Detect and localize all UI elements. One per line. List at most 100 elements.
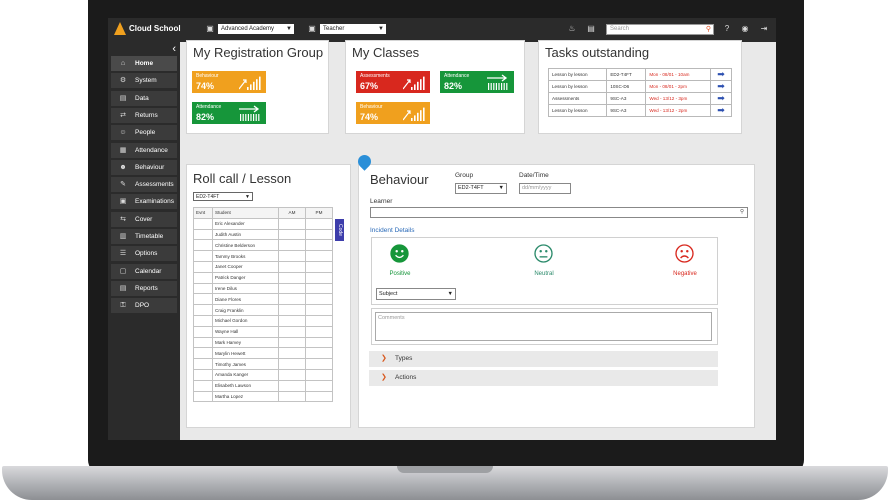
am-cell[interactable] xyxy=(278,304,306,316)
am-cell[interactable] xyxy=(278,239,306,252)
event-cell[interactable] xyxy=(193,271,213,284)
arrow-right-icon[interactable]: ➡ xyxy=(710,80,732,93)
arrow-right-icon[interactable]: ➡ xyxy=(710,92,732,105)
event-cell[interactable] xyxy=(193,347,213,360)
sidebar-item-data[interactable]: ▤ Data xyxy=(111,90,177,106)
am-cell[interactable] xyxy=(278,358,306,370)
pm-cell[interactable] xyxy=(305,379,333,392)
event-cell[interactable] xyxy=(193,379,213,392)
pm-cell[interactable] xyxy=(305,271,333,284)
pm-cell[interactable] xyxy=(305,250,333,262)
table-row[interactable]: Lesson by lesson 10SC-D6 Mon - 08/01 - 2pm… xyxy=(547,80,732,93)
event-cell[interactable] xyxy=(193,304,213,316)
document-icon[interactable]: ▤ xyxy=(585,23,597,35)
search-icon[interactable]: ⚲ xyxy=(740,208,744,217)
registration-tile-attendance[interactable]: Attendance 82% xyxy=(192,102,266,124)
table-row[interactable]: Assessments 9SC-A3 Wed - 13/12 - 3pm ➡ xyxy=(547,92,732,105)
date-input[interactable]: dd/mm/yyyy xyxy=(519,183,571,194)
student-name[interactable]: Amanda Kanger xyxy=(212,368,279,381)
school-select[interactable]: Advanced Academy ▼ xyxy=(218,24,294,34)
actions-accordion[interactable]: ❯ Actions xyxy=(369,370,718,386)
event-cell[interactable] xyxy=(193,390,213,403)
help-icon[interactable]: ? xyxy=(721,23,733,35)
classes-tile-behaviour[interactable]: Behaviour 74% xyxy=(356,102,430,124)
student-name[interactable]: Martha Lopez xyxy=(212,390,279,403)
am-cell[interactable] xyxy=(278,336,306,349)
pm-cell[interactable] xyxy=(305,347,333,360)
student-name[interactable]: Judith Austin xyxy=(212,228,279,241)
am-cell[interactable] xyxy=(278,390,306,403)
registration-tile-behaviour[interactable]: Behaviour 74% xyxy=(192,71,266,93)
search-input[interactable]: Search ⚲ xyxy=(606,24,714,35)
am-cell[interactable] xyxy=(278,314,306,327)
sidebar-item-dpo[interactable]: ⚿ DPO xyxy=(111,298,177,314)
event-cell[interactable] xyxy=(193,336,213,349)
sidebar-item-reports[interactable]: ▤ Reports xyxy=(111,280,177,296)
sidebar-item-people[interactable]: ☺ People xyxy=(111,125,177,141)
event-cell[interactable] xyxy=(193,358,213,370)
sidebar-item-home[interactable]: ⌂ Home xyxy=(111,56,177,71)
student-name[interactable]: Michael Gordon xyxy=(212,314,279,327)
pm-cell[interactable] xyxy=(305,390,333,403)
sidebar-item-calendar[interactable]: ▢ Calendar xyxy=(111,263,177,279)
student-name[interactable]: Christine Belderson xyxy=(212,239,279,252)
pm-cell[interactable] xyxy=(305,282,333,295)
code-tab[interactable]: Code xyxy=(335,219,344,241)
student-name[interactable]: Patrick Danger xyxy=(212,271,279,284)
role-select[interactable]: Teacher ▼ xyxy=(320,24,386,34)
pm-cell[interactable] xyxy=(305,314,333,327)
student-name[interactable]: Eric Alexander xyxy=(212,217,279,230)
learner-input[interactable]: ⚲ xyxy=(370,207,748,218)
event-cell[interactable] xyxy=(193,325,213,338)
sidebar-item-timetable[interactable]: ▥ Timetable xyxy=(111,229,177,244)
am-cell[interactable] xyxy=(278,250,306,262)
am-cell[interactable] xyxy=(278,347,306,360)
pm-cell[interactable] xyxy=(305,260,333,273)
student-name[interactable]: Tammy Brooks xyxy=(212,250,279,262)
pm-cell[interactable] xyxy=(305,368,333,381)
group-select[interactable]: ED2-T4FT ▼ xyxy=(455,183,507,194)
comments-input[interactable]: Comments xyxy=(375,312,712,341)
pm-cell[interactable] xyxy=(305,336,333,349)
am-cell[interactable] xyxy=(278,282,306,295)
event-cell[interactable] xyxy=(193,368,213,381)
event-cell[interactable] xyxy=(193,260,213,273)
student-name[interactable]: Mark Harvey xyxy=(212,336,279,349)
student-name[interactable]: Craig Franklin xyxy=(212,304,279,316)
user-icon[interactable]: ◉ xyxy=(739,23,751,35)
am-cell[interactable] xyxy=(278,217,306,230)
student-name[interactable]: Timothy James xyxy=(212,358,279,370)
fire-icon[interactable]: ♨ xyxy=(566,23,578,35)
sidebar-item-assessments[interactable]: ✎ Assessments xyxy=(111,177,177,193)
rollcall-group-select[interactable]: ED2-T4FT ▼ xyxy=(193,192,253,201)
event-cell[interactable] xyxy=(193,217,213,230)
collapse-sidebar-icon[interactable]: ‹ xyxy=(172,43,176,55)
sidebar-item-behaviour[interactable]: ☻ Behaviour xyxy=(111,159,177,175)
event-cell[interactable] xyxy=(193,293,213,306)
positive-face-button[interactable]: Positive xyxy=(389,244,411,280)
sidebar-item-attendance[interactable]: ▦ Attendance xyxy=(111,142,177,158)
sidebar-item-returns[interactable]: ⇄ Returns xyxy=(111,107,177,123)
table-row[interactable]: Lesson by lesson 9SC-A3 Wed - 13/12 - 2pm ➡ xyxy=(547,104,732,117)
pm-cell[interactable] xyxy=(305,304,333,316)
student-name[interactable]: Wayne Hall xyxy=(212,325,279,338)
student-name[interactable]: Janet Cooper xyxy=(212,260,279,273)
pm-cell[interactable] xyxy=(305,228,333,241)
pm-cell[interactable] xyxy=(305,293,333,306)
classes-tile-attendance[interactable]: Attendance 82% xyxy=(440,71,514,93)
logout-icon[interactable]: ⇥ xyxy=(758,23,770,35)
sidebar-item-options[interactable]: ☰ Options xyxy=(111,246,177,262)
am-cell[interactable] xyxy=(278,228,306,241)
subject-select[interactable]: Subject ▼ xyxy=(376,288,456,300)
sidebar-item-examinations[interactable]: ▣ Examinations xyxy=(111,194,177,210)
sidebar-item-cover[interactable]: ⇆ Cover xyxy=(111,211,177,227)
student-name[interactable]: Irene Dilus xyxy=(212,282,279,295)
event-cell[interactable] xyxy=(193,228,213,241)
student-name[interactable]: Marylin Hewett xyxy=(212,347,279,360)
app-logo[interactable]: Cloud School xyxy=(114,22,181,35)
event-cell[interactable] xyxy=(193,282,213,295)
pm-cell[interactable] xyxy=(305,325,333,338)
event-cell[interactable] xyxy=(193,239,213,252)
arrow-right-icon[interactable]: ➡ xyxy=(710,104,732,117)
event-cell[interactable] xyxy=(193,314,213,327)
